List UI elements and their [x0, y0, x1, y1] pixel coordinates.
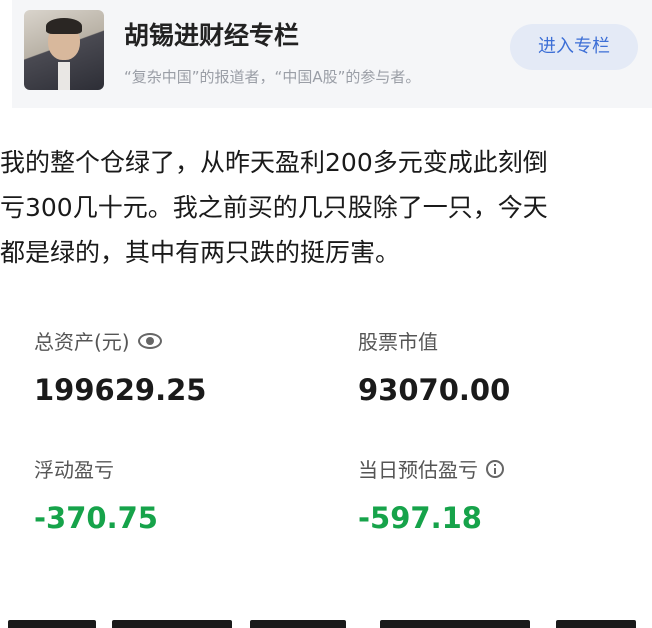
today-pl-stat: 当日预估盈亏 -597.18	[358, 454, 504, 535]
account-screenshot: 总资产(元) 199629.25 股票市值 93070.00 浮动盈亏 -370…	[0, 296, 652, 578]
column-card[interactable]: 胡锡进财经专栏 “复杂中国”的报道者，“中国A股”的参与者。 进入专栏	[12, 0, 652, 108]
today-pl-label: 当日预估盈亏	[358, 458, 478, 482]
floating-pl-value: -370.75	[34, 501, 158, 535]
enter-column-button[interactable]: 进入专栏	[510, 24, 638, 70]
cut-off-glyphs	[112, 620, 232, 628]
column-description: “复杂中国”的报道者，“中国A股”的参与者。	[124, 68, 421, 86]
market-value-label: 股票市值	[358, 330, 438, 354]
total-assets-label-row: 总资产(元)	[34, 326, 206, 355]
cut-off-glyphs	[380, 620, 530, 628]
avatar-shirt	[58, 62, 70, 90]
column-title[interactable]: 胡锡进财经专栏	[124, 16, 299, 52]
cut-off-glyphs	[250, 620, 346, 628]
total-assets-label: 总资产(元)	[34, 330, 130, 354]
avatar-hair	[46, 18, 82, 34]
total-assets-stat: 总资产(元) 199629.25	[34, 326, 206, 407]
total-assets-value: 199629.25	[34, 373, 207, 407]
post-line: 都是绿的，其中有两只跌的挺厉害。	[0, 238, 401, 267]
post-line: 我的整个仓绿了，从昨天盈利200多元变成此刻倒	[0, 148, 548, 177]
market-value-value: 93070.00	[358, 373, 511, 407]
cut-off-text-line	[0, 606, 652, 628]
post-body: 我的整个仓绿了，从昨天盈利200多元变成此刻倒 亏300几十元。我之前买的几只股…	[0, 140, 650, 275]
post-line: 亏300几十元。我之前买的几只股除了一只，今天	[0, 193, 548, 222]
floating-pl-label: 浮动盈亏	[34, 458, 114, 482]
today-pl-label-row: 当日预估盈亏	[358, 454, 504, 483]
info-icon[interactable]	[486, 459, 504, 478]
today-pl-value: -597.18	[358, 501, 482, 535]
author-avatar-icon[interactable]	[24, 10, 104, 90]
market-value-stat: 股票市值 93070.00	[358, 326, 510, 407]
cut-off-glyphs	[556, 620, 636, 628]
eye-icon[interactable]	[137, 332, 162, 349]
cut-off-glyphs	[8, 620, 96, 628]
floating-pl-stat: 浮动盈亏 -370.75	[34, 454, 158, 535]
